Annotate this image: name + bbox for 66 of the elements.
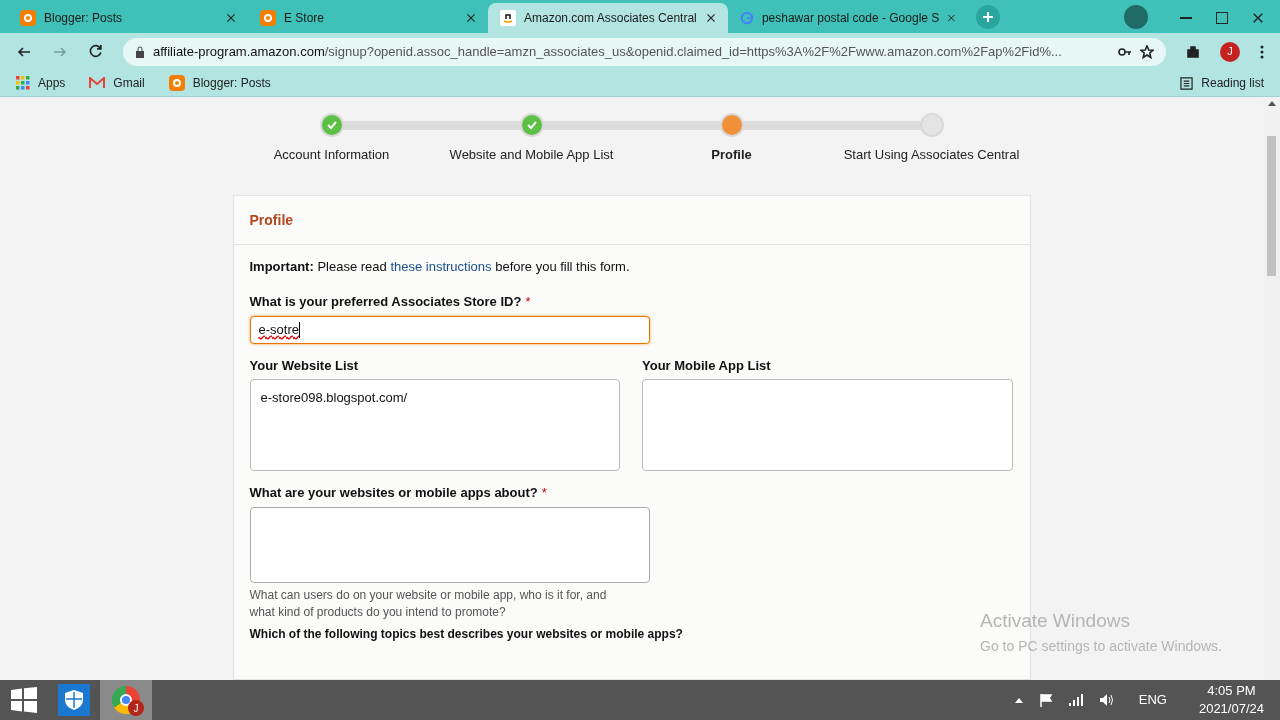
section-title: Profile xyxy=(249,211,294,228)
instructions-text: Important: Please read these instructions before you fill this form. xyxy=(249,257,631,276)
browser-tab[interactable]: Blogger: Posts xyxy=(8,3,248,33)
volume-icon[interactable] xyxy=(1098,693,1115,707)
address-bar[interactable]: affiliate-program.amazon.com/signup?openid.assoc_handle=amzn_associates_us&openid.claimed_id=https%3A%2F%2Fwww.amazon.com%2Fap%2Fid%... xyxy=(123,37,1166,66)
field-label: Your Website List xyxy=(249,356,360,375)
required-mark: * xyxy=(525,293,531,311)
step-label: Website and Mobile App List xyxy=(449,146,614,164)
tray-expand-icon[interactable] xyxy=(1014,697,1023,703)
close-icon[interactable] xyxy=(1252,12,1264,24)
scroll-thumb[interactable] xyxy=(1267,136,1276,276)
url-text: affiliate-program.amazon.com/signup?openid.assoc_handle=amzn_associates_us&openid.claimed_id=https%3A%2F%2Fwww.amazon.com%2Fap%2Fid%... xyxy=(153,42,1063,61)
puzzle-icon[interactable] xyxy=(1186,44,1200,59)
bookmark-item[interactable]: Apps xyxy=(16,74,66,92)
browser-tab[interactable]: peshawar postal code - Google S xyxy=(728,3,968,33)
clock[interactable]: 4:05 PM 2021/07/24 xyxy=(1198,682,1264,718)
tab-title: Amazon.com Associates Central xyxy=(524,10,698,27)
more-icon[interactable] xyxy=(1260,44,1264,59)
star-icon[interactable] xyxy=(1140,44,1154,59)
blogger-icon xyxy=(260,10,276,26)
scroll-up-icon[interactable] xyxy=(1267,101,1276,106)
profile-avatar[interactable]: J xyxy=(1220,41,1240,62)
signal-icon[interactable] xyxy=(1068,694,1083,706)
language-indicator[interactable]: ENG xyxy=(1138,690,1167,710)
tab-search-icon[interactable] xyxy=(1124,5,1148,29)
browser-tab[interactable]: Amazon.com Associates Central xyxy=(488,3,728,33)
field-label: What are your websites or mobile apps about? xyxy=(249,484,538,502)
blogger-icon xyxy=(20,10,36,26)
step-label: Start Using Associates Central xyxy=(843,146,1020,164)
lock-icon xyxy=(135,45,145,58)
apps-grid-icon xyxy=(16,76,30,90)
field-label: Your Mobile App List xyxy=(642,356,772,375)
field-label: What is your preferred Associates Store ID? xyxy=(249,293,522,311)
tab-title: Blogger: Posts xyxy=(44,10,124,27)
close-icon[interactable] xyxy=(706,13,716,23)
plus-icon xyxy=(982,11,994,23)
store-id-field[interactable]: e-sotre xyxy=(249,315,650,344)
reload-icon[interactable] xyxy=(88,44,103,59)
amazon-icon xyxy=(500,10,516,26)
tab-title: peshawar postal code - Google S xyxy=(761,10,940,27)
restore-icon[interactable] xyxy=(1216,12,1228,24)
reading-list-icon xyxy=(1180,76,1194,90)
instructions-link[interactable]: these instructions xyxy=(390,258,492,274)
close-icon[interactable] xyxy=(466,13,476,23)
website-list-box[interactable]: e-store098.blogspot.com/ xyxy=(249,379,620,471)
hint-text: What can users do on your website or mobile app, who is it for, and what kind of products do you intend to promote? xyxy=(249,586,608,621)
reading-list-button[interactable]: Reading list xyxy=(1180,74,1264,92)
flag-icon[interactable] xyxy=(1038,693,1053,707)
field-label: Which of the following topics best describes your websites or mobile apps? xyxy=(249,625,684,643)
google-icon xyxy=(740,10,754,26)
required-mark: * xyxy=(541,484,547,502)
activation-subtitle: Go to PC settings to activate Windows. xyxy=(980,636,1222,656)
tab-title: E Store xyxy=(284,10,326,27)
bookmark-item[interactable]: Blogger: Posts xyxy=(168,74,271,92)
bookmark-item[interactable]: Gmail xyxy=(89,74,145,92)
close-icon[interactable] xyxy=(226,13,236,23)
gmail-icon xyxy=(89,77,106,89)
step-label: Account Information xyxy=(273,146,390,164)
browser-app-icon[interactable]: J xyxy=(100,680,152,720)
back-icon[interactable] xyxy=(16,44,32,59)
step-label: Profile xyxy=(711,146,752,164)
profile-badge: J xyxy=(128,700,144,716)
new-tab-button[interactable] xyxy=(976,5,1000,29)
blogger-icon xyxy=(168,75,185,91)
browser-tab[interactable]: E Store xyxy=(248,3,488,33)
activation-title: Activate Windows xyxy=(980,609,1131,633)
